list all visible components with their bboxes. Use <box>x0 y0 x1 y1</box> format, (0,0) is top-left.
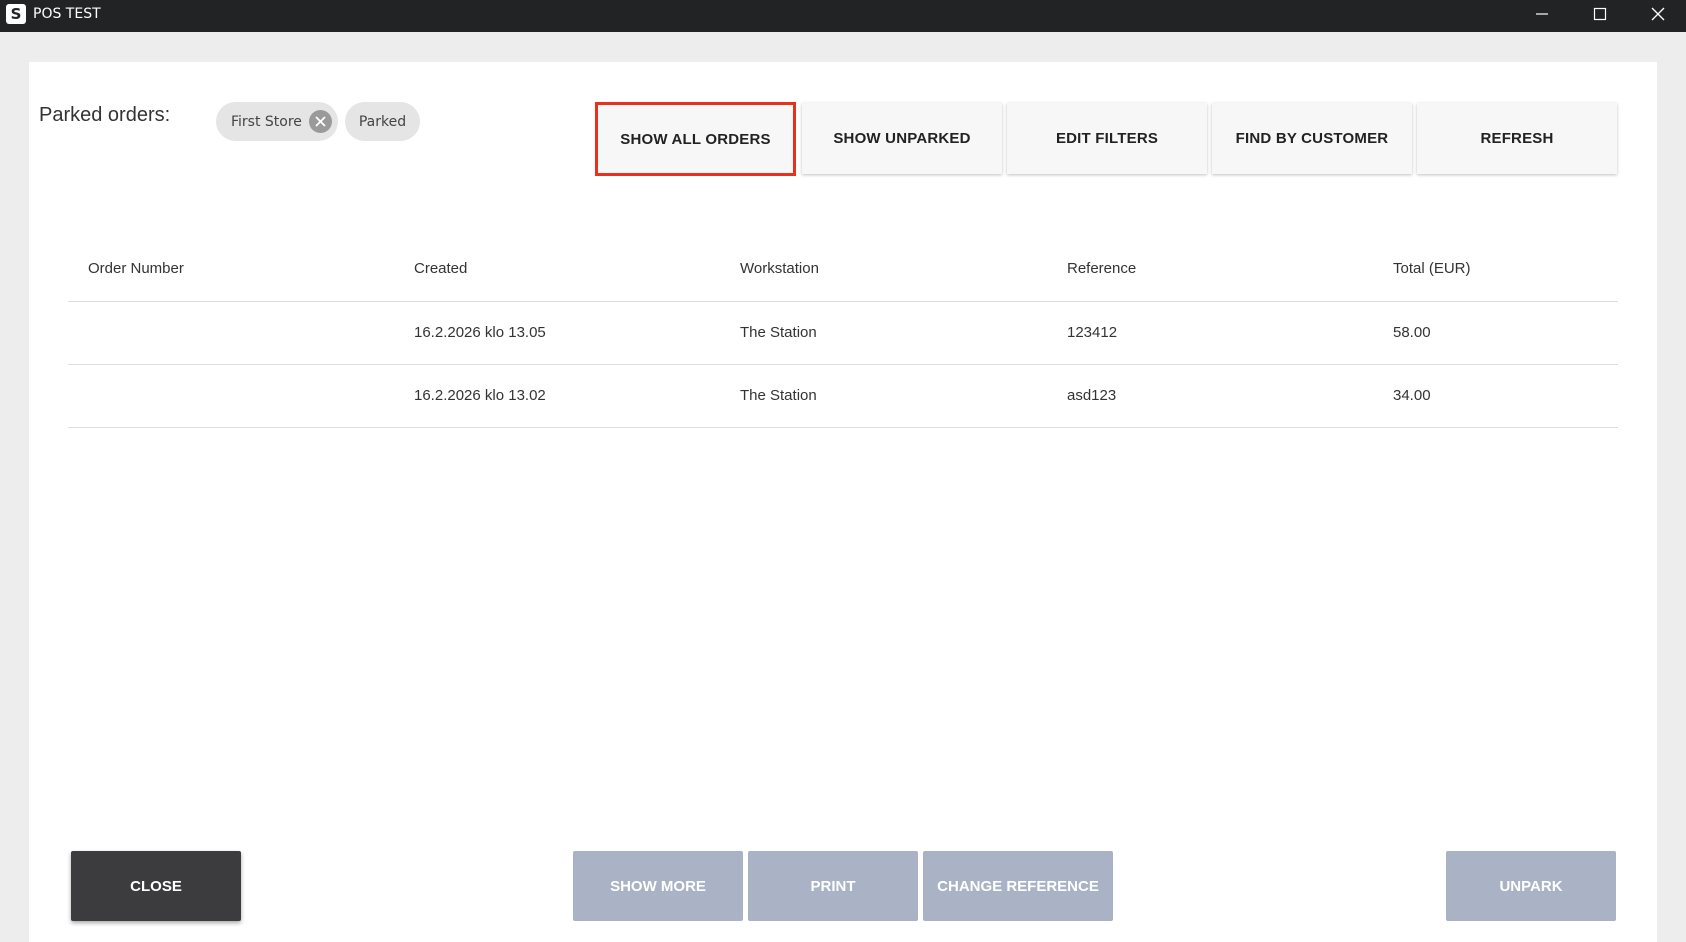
edit-filters-button[interactable]: EDIT FILTERS <box>1007 103 1207 174</box>
filter-chip-store[interactable]: First Store <box>216 102 338 141</box>
maximize-icon <box>1593 7 1607 21</box>
cell-workstation: The Station <box>740 324 817 341</box>
cell-total: 58.00 <box>1393 324 1431 341</box>
table-row[interactable]: 16.2.2026 klo 13.05 The Station 123412 5… <box>68 302 1618 365</box>
cell-workstation: The Station <box>740 387 817 404</box>
column-header-order-number[interactable]: Order Number <box>88 260 184 277</box>
table-header: Order Number Created Workstation Referen… <box>68 240 1618 302</box>
refresh-button[interactable]: REFRESH <box>1417 103 1617 174</box>
cell-reference: 123412 <box>1067 324 1118 341</box>
maximize-button[interactable] <box>1572 0 1628 28</box>
cell-reference: asd123 <box>1067 387 1117 404</box>
close-button[interactable]: CLOSE <box>71 851 241 921</box>
close-icon <box>1651 7 1665 21</box>
minimize-icon <box>1536 13 1548 15</box>
change-reference-button[interactable]: CHANGE REFERENCE <box>923 851 1113 921</box>
main-panel <box>29 62 1657 942</box>
filters-label: Parked orders: <box>39 104 171 126</box>
window-close-button[interactable] <box>1630 0 1686 28</box>
cell-created: 16.2.2026 klo 13.02 <box>414 387 546 404</box>
remove-chip-icon <box>315 116 326 127</box>
table-row[interactable]: 16.2.2026 klo 13.02 The Station asd123 3… <box>68 365 1618 428</box>
cell-total: 34.00 <box>1393 387 1431 404</box>
minimize-button[interactable] <box>1514 0 1570 28</box>
filter-chip-label: First Store <box>231 113 302 130</box>
show-unparked-button[interactable]: SHOW UNPARKED <box>802 103 1002 174</box>
show-all-orders-button[interactable]: SHOW ALL ORDERS <box>595 102 796 176</box>
window-title: POS TEST <box>33 6 101 22</box>
unpark-button[interactable]: UNPARK <box>1446 851 1616 921</box>
column-header-created[interactable]: Created <box>414 260 467 277</box>
title-bar: S POS TEST <box>0 0 1686 32</box>
print-button[interactable]: PRINT <box>748 851 918 921</box>
filter-chip-label: Parked <box>358 113 407 130</box>
filter-chip-status[interactable]: Parked <box>345 102 420 141</box>
show-more-button[interactable]: SHOW MORE <box>573 851 743 921</box>
cell-created: 16.2.2026 klo 13.05 <box>414 324 546 341</box>
remove-chip-button[interactable] <box>309 110 332 133</box>
column-header-workstation[interactable]: Workstation <box>740 260 819 277</box>
column-header-total[interactable]: Total (EUR) <box>1393 260 1471 277</box>
find-by-customer-button[interactable]: FIND BY CUSTOMER <box>1212 103 1412 174</box>
column-header-reference[interactable]: Reference <box>1067 260 1136 277</box>
app-logo-icon: S <box>6 4 26 24</box>
